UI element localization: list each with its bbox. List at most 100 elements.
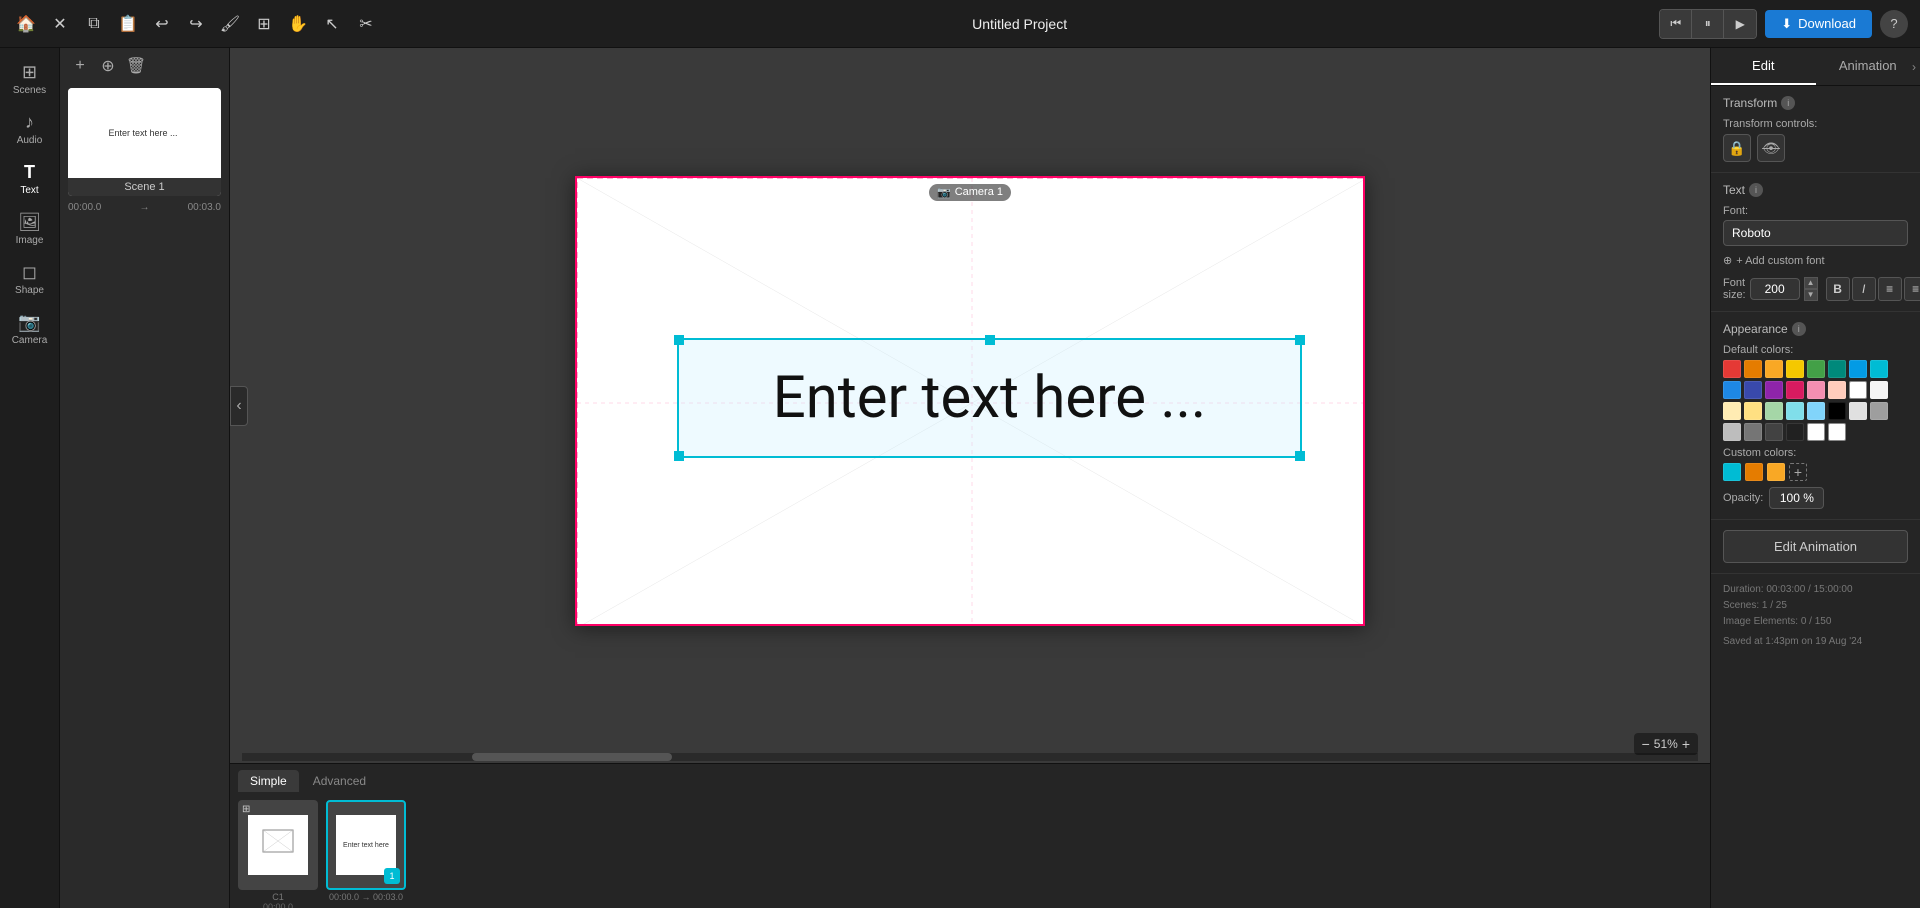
tab-animation[interactable]: Animation [1816,48,1920,85]
lock-transform-button[interactable]: 🔒 [1723,134,1751,162]
color-swatch[interactable] [1807,360,1825,378]
custom-color-swatch[interactable] [1745,463,1763,481]
add-color-button[interactable]: + [1789,463,1807,481]
sidebar-item-scenes[interactable]: ⊞ Scenes [4,56,56,102]
left-sidebar: ⊞ Scenes ♪ Audio T Text 🖼 Image ◻ Shape … [0,48,60,908]
eye-transform-button[interactable]: 👁 [1757,134,1785,162]
color-swatch[interactable] [1807,423,1825,441]
custom-color-swatch[interactable] [1723,463,1741,481]
zoom-in-button[interactable]: + [1682,736,1690,752]
color-swatch[interactable] [1786,402,1804,420]
color-swatch[interactable] [1723,402,1741,420]
color-swatch[interactable] [1765,423,1783,441]
canvas-wrapper: 📷 Camera 1 Enter text here ... [230,48,1710,753]
redo-icon[interactable]: ↪ [182,10,210,38]
transform-title: Transform i [1723,96,1908,110]
panel-expand-icon[interactable]: › [1912,60,1916,74]
canvas-stage[interactable]: 📷 Camera 1 Enter text here ... [575,176,1365,626]
transform-info-icon[interactable]: i [1781,96,1795,110]
color-swatch[interactable] [1786,381,1804,399]
opacity-input[interactable] [1769,487,1824,509]
zoom-percent: 51% [1654,737,1678,751]
handle-top-center[interactable] [985,335,995,345]
sidebar-item-text[interactable]: T Text [4,156,56,202]
pause-button[interactable]: ⏸ [1692,10,1724,38]
crop-icon[interactable]: ✂ [352,10,380,38]
text-element[interactable]: Enter text here ... [677,338,1302,458]
color-swatch[interactable] [1786,423,1804,441]
hand-icon[interactable]: ✋ [284,10,312,38]
color-swatch[interactable] [1870,402,1888,420]
timeline-thumb-2[interactable]: Enter text here 1 [326,800,406,890]
color-swatch[interactable] [1723,360,1741,378]
sidebar-item-camera[interactable]: 📷 Camera [4,306,56,352]
font-select[interactable]: Roboto [1723,220,1908,246]
color-swatch[interactable] [1828,360,1846,378]
select-icon[interactable]: ↖ [318,10,346,38]
font-size-input[interactable] [1750,278,1800,300]
color-swatch[interactable] [1807,402,1825,420]
color-swatch[interactable] [1849,402,1867,420]
center-area: ‹ 📷 Camera 1 [230,48,1710,908]
align-left-button[interactable]: ≡ [1878,277,1902,301]
color-swatch[interactable] [1786,360,1804,378]
color-swatch[interactable] [1765,402,1783,420]
scene-thumbnail[interactable]: Enter text here ... Scene 1 [68,88,221,196]
handle-bottom-left[interactable] [674,451,684,461]
rewind-button[interactable]: ⏮ [1660,10,1692,38]
brush-icon[interactable]: 🖌 [216,10,244,38]
delete-scene-button[interactable]: 🗑 [124,54,148,78]
color-swatch[interactable] [1765,381,1783,399]
tab-advanced[interactable]: Advanced [301,770,378,792]
scrollbar-thumb[interactable] [472,753,672,761]
tab-simple[interactable]: Simple [238,770,299,792]
italic-button[interactable]: I [1852,277,1876,301]
color-swatch[interactable] [1870,360,1888,378]
color-swatch[interactable] [1723,423,1741,441]
font-size-down-button[interactable]: ▼ [1804,289,1818,301]
custom-color-swatch[interactable] [1767,463,1785,481]
copy-icon[interactable]: ⧉ [80,10,108,38]
sidebar-item-audio[interactable]: ♪ Audio [4,106,56,152]
tab-edit[interactable]: Edit [1711,48,1816,85]
handle-bottom-right[interactable] [1295,451,1305,461]
handle-top-right[interactable] [1295,335,1305,345]
color-swatch[interactable] [1807,381,1825,399]
sidebar-item-shape[interactable]: ◻ Shape [4,256,56,302]
close-icon[interactable]: ✕ [46,10,74,38]
color-swatch[interactable] [1744,381,1762,399]
play-button[interactable]: ▶ [1724,10,1756,38]
text-info-icon[interactable]: i [1749,183,1763,197]
font-size-up-button[interactable]: ▲ [1804,277,1818,289]
color-swatch[interactable] [1744,423,1762,441]
horizontal-scrollbar[interactable] [242,753,1698,761]
download-button[interactable]: ⬇ Download [1765,10,1872,38]
collapse-panel-button[interactable]: ‹ [230,386,248,426]
edit-animation-button[interactable]: Edit Animation [1723,530,1908,563]
appearance-info-icon[interactable]: i [1792,322,1806,336]
sidebar-item-image[interactable]: 🖼 Image [4,206,56,252]
duplicate-scene-button[interactable]: ⊕ [96,54,120,78]
color-swatch[interactable] [1870,381,1888,399]
color-swatch[interactable] [1744,360,1762,378]
add-scene-button[interactable]: + [68,54,92,78]
color-swatch[interactable] [1849,360,1867,378]
color-swatch[interactable] [1849,381,1867,399]
grid-icon[interactable]: ⊞ [250,10,278,38]
align-center-button[interactable]: ≡ [1904,277,1920,301]
bold-button[interactable]: B [1826,277,1850,301]
timeline-thumb-1[interactable]: ⊞ [238,800,318,890]
color-swatch[interactable] [1765,360,1783,378]
paste-icon[interactable]: 📋 [114,10,142,38]
handle-top-left[interactable] [674,335,684,345]
help-button[interactable]: ? [1880,10,1908,38]
add-custom-font-button[interactable]: ⊕ + Add custom font [1723,252,1825,269]
color-swatch[interactable] [1828,423,1846,441]
zoom-out-button[interactable]: − [1642,736,1650,752]
color-swatch[interactable] [1828,381,1846,399]
color-swatch[interactable] [1723,381,1741,399]
color-swatch[interactable] [1744,402,1762,420]
undo-icon[interactable]: ↩ [148,10,176,38]
color-swatch[interactable] [1828,402,1846,420]
home-icon[interactable]: 🏠 [12,10,40,38]
